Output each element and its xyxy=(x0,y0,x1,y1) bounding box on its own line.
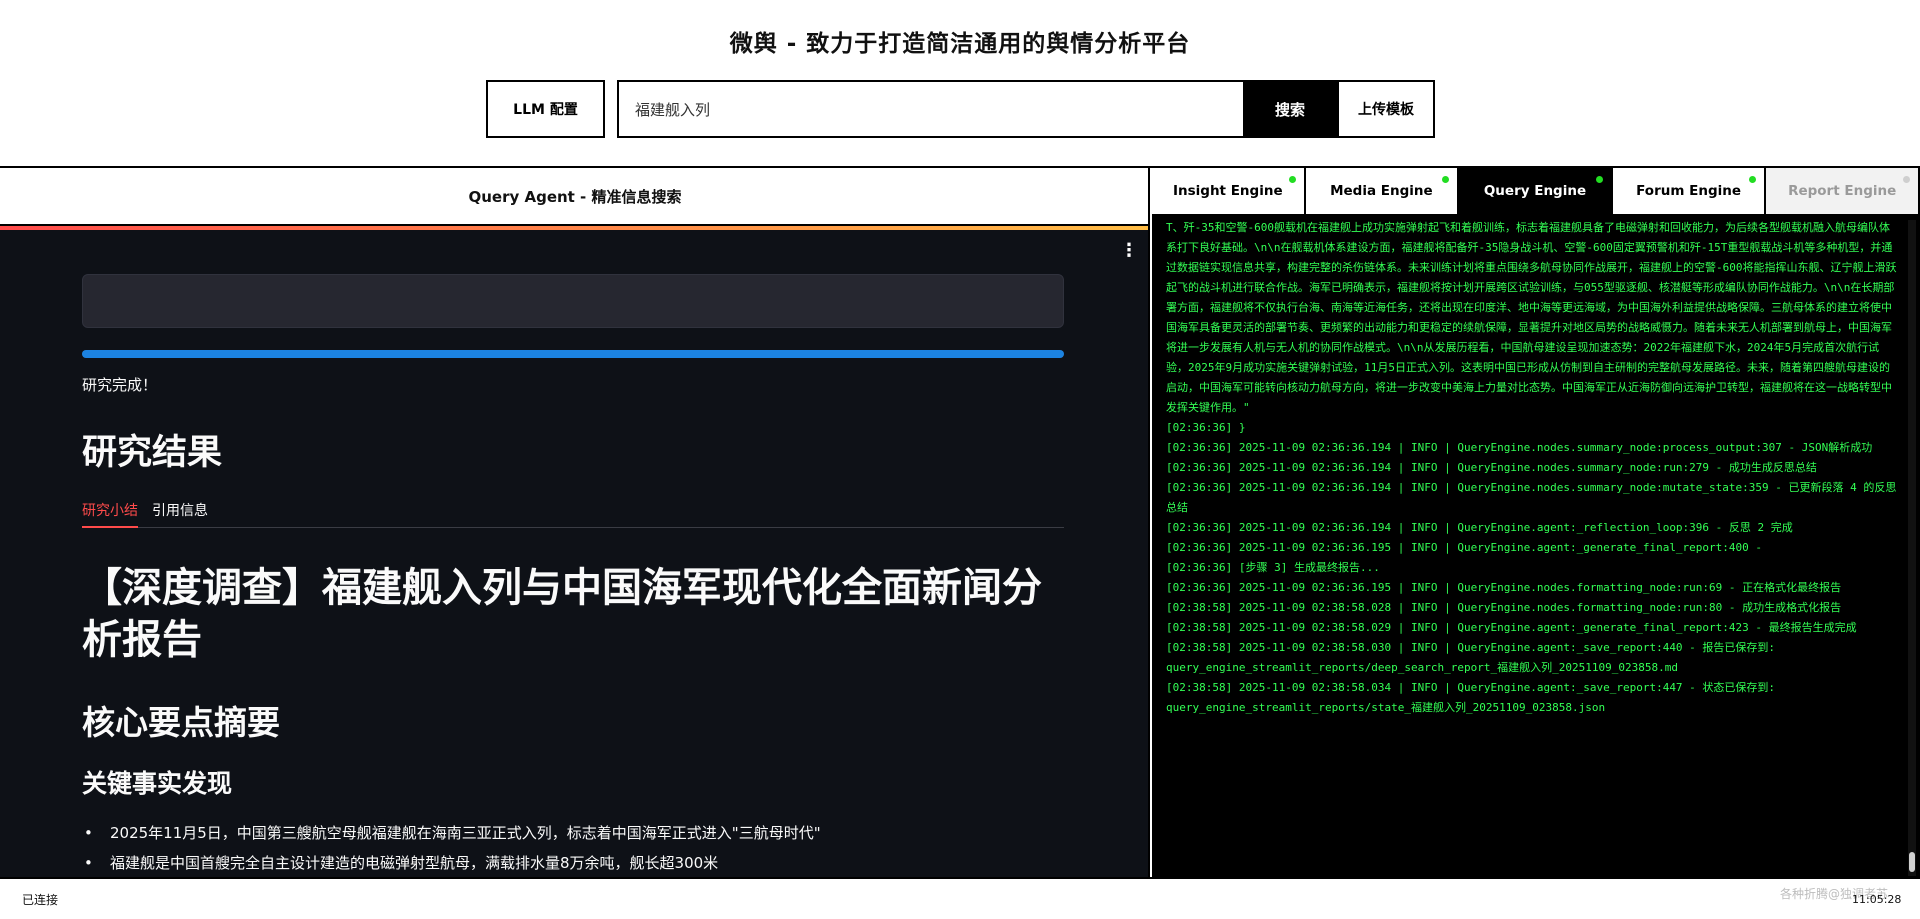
tab-citations[interactable]: 引用信息 xyxy=(152,494,208,527)
status-dot-icon xyxy=(1749,176,1757,183)
connection-status: 已连接 xyxy=(22,893,59,907)
log-line: [02:36:36] 2025-11-09 02:36:36.194 | INF… xyxy=(1166,461,1817,474)
panel-title: Query Agent - 精准信息搜索 xyxy=(0,168,1148,226)
search-input[interactable] xyxy=(619,82,1243,136)
log-line: [02:38:58] 2025-11-09 02:38:58.029 | INF… xyxy=(1166,621,1857,634)
engine-console-panel: Insight Engine Media Engine Query Engine… xyxy=(1152,168,1918,877)
log-line: [02:36:36] 2025-11-09 02:36:36.194 | INF… xyxy=(1166,441,1873,454)
tab-summary[interactable]: 研究小结 xyxy=(82,494,138,528)
log-line: [02:36:36] 2025-11-09 02:36:36.195 | INF… xyxy=(1166,581,1842,594)
tab-label: Report Engine xyxy=(1788,183,1897,199)
log-scrollbar[interactable] xyxy=(1908,220,1916,876)
decoration-line xyxy=(0,226,1148,230)
log-line: [02:36:36] } xyxy=(1166,421,1246,434)
log-line: [02:36:36] 2025-11-09 02:36:36.195 | INF… xyxy=(1166,541,1763,554)
tab-forum-engine[interactable]: Forum Engine xyxy=(1613,168,1767,214)
query-textarea[interactable] xyxy=(82,274,1064,328)
tab-insight-engine[interactable]: Insight Engine xyxy=(1152,168,1306,214)
tab-label: Insight Engine xyxy=(1172,183,1283,199)
scrollbar-thumb[interactable] xyxy=(1909,852,1915,872)
tab-label: Forum Engine xyxy=(1636,183,1742,199)
upload-template-button[interactable]: 上传模板 xyxy=(1337,82,1433,136)
tab-label: Query Engine xyxy=(1483,183,1587,199)
log-line: [02:36:36] 2025-11-09 02:36:36.194 | INF… xyxy=(1166,521,1793,534)
tab-report-engine[interactable]: Report Engine xyxy=(1766,168,1918,214)
result-tabs: 研究小结 引用信息 xyxy=(82,494,1064,528)
list-item: 2025年11月5日，中国第三艘航空母舰福建舰在海南三亚正式入列，标志着中国海军… xyxy=(82,818,1072,848)
log-line: [02:36:36] 2025-11-09 02:36:36.194 | INF… xyxy=(1166,481,1897,514)
log-line: [02:38:58] 2025-11-09 02:38:58.034 | INF… xyxy=(1166,681,1776,714)
status-dot-icon xyxy=(1288,176,1296,183)
clock: 11:05:28 xyxy=(1852,893,1902,906)
key-findings-list: 2025年11月5日，中国第三艘航空母舰福建舰在海南三亚正式入列，标志着中国海军… xyxy=(82,818,1072,877)
results-heading: 研究结果 xyxy=(82,433,223,473)
research-status: 研究完成！ xyxy=(82,376,158,394)
app-header: 微舆 - 致力于打造简洁通用的舆情分析平台 LLM 配置 搜索 上传模板 xyxy=(0,0,1920,168)
llm-config-button[interactable]: LLM 配置 xyxy=(486,80,605,138)
log-line: [02:38:58] 2025-11-09 02:38:58.030 | INF… xyxy=(1166,641,1776,674)
status-dot-icon xyxy=(1595,176,1603,183)
search-button[interactable]: 搜索 xyxy=(1243,82,1337,136)
progress-fill xyxy=(82,350,1064,358)
tab-query-engine[interactable]: Query Engine xyxy=(1459,168,1613,214)
tab-label: Media Engine xyxy=(1330,183,1433,199)
list-item: 福建舰是中国首艘完全自主设计建造的电磁弹射型航母，满载排水量8万余吨，舰长超30… xyxy=(82,848,1072,877)
tab-media-engine[interactable]: Media Engine xyxy=(1306,168,1460,214)
query-agent-panel: Query Agent - 精准信息搜索 ⋮ 研究完成！ 研究结果 研究小结 引… xyxy=(0,168,1150,877)
report-title: 【深度调查】福建舰入列与中国海军现代化全面新闻分析报告 xyxy=(82,565,1042,663)
app-title: 微舆 - 致力于打造简洁通用的舆情分析平台 xyxy=(729,31,1191,57)
engine-tabs: Insight Engine Media Engine Query Engine… xyxy=(1152,168,1918,216)
search-bar: 搜索 上传模板 xyxy=(617,80,1435,138)
status-bar: 已连接 各种折腾@独调者苏 11:05:28 xyxy=(0,877,1920,919)
log-paragraph: T、歼-35和空警-600舰载机在福建舰上成功实施弹射起飞和着舰训练，标志着福建… xyxy=(1166,221,1897,414)
status-dot-icon xyxy=(1902,176,1910,183)
log-line: [02:36:36] [步骤 3] 生成最终报告... xyxy=(1166,561,1380,574)
progress-bar xyxy=(82,350,1064,358)
log-line: [02:38:58] 2025-11-09 02:38:58.028 | INF… xyxy=(1166,601,1842,614)
more-options-icon[interactable]: ⋮ xyxy=(1120,240,1138,261)
section-heading: 核心要点摘要 xyxy=(82,703,280,742)
log-output: T、歼-35和空警-600舰载机在福建舰上成功实施弹射起飞和着舰训练，标志着福建… xyxy=(1166,220,1898,876)
subsection-heading: 关键事实发现 xyxy=(82,769,233,798)
status-dot-icon xyxy=(1442,176,1450,183)
